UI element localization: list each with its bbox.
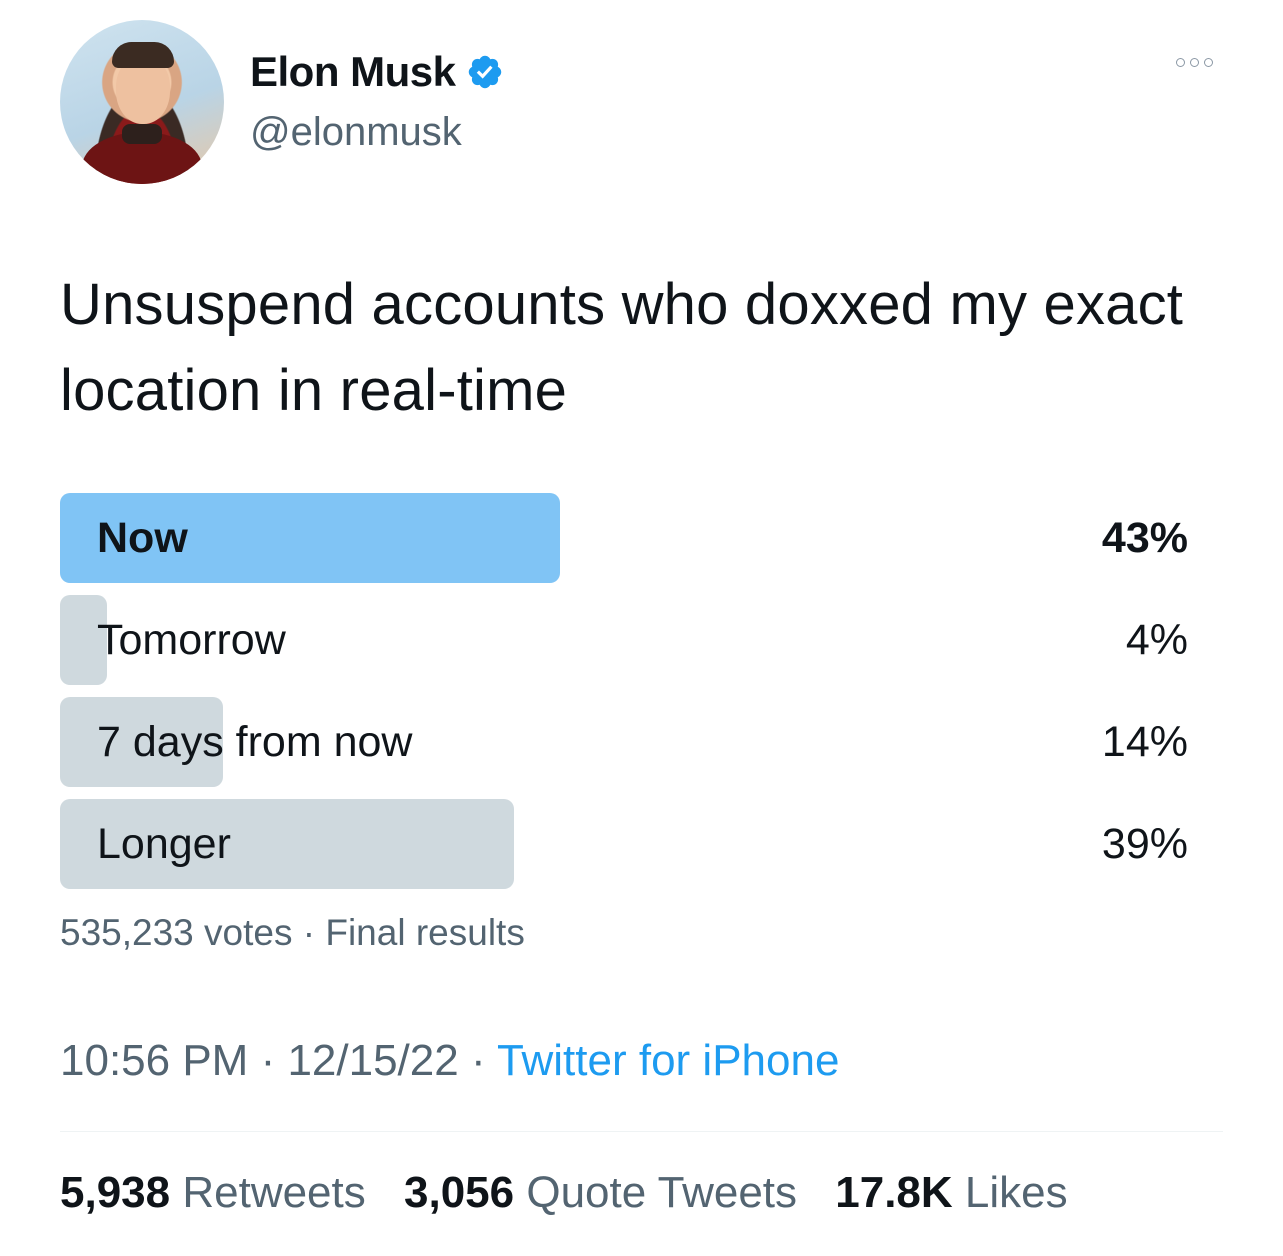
author-display-name[interactable]: Elon Musk (250, 48, 456, 96)
avatar-hair (112, 42, 174, 68)
poll-option-percent: 4% (1125, 616, 1188, 664)
more-dot (1190, 58, 1199, 67)
meta-separator: · (248, 1036, 288, 1085)
tweet-date[interactable]: 12/15/22 (287, 1036, 458, 1085)
poll-option-percent: 14% (1101, 718, 1188, 766)
tweet-source-link[interactable]: Twitter for iPhone (497, 1036, 839, 1085)
poll-option-label: 7 days from now (97, 718, 413, 766)
tweet-stats: 5,938 Retweets 3,056 Quote Tweets 17.8K … (60, 1168, 1094, 1218)
poll-option-label: Tomorrow (97, 616, 286, 664)
tweet-text: Unsuspend accounts who doxxed my exact l… (60, 272, 1184, 423)
retweets-count: 5,938 (60, 1168, 171, 1217)
poll-option: Longer 39% (60, 799, 1188, 889)
poll-option: Now 43% (60, 493, 1188, 583)
more-dot (1204, 58, 1213, 67)
poll-vote-count: 535,233 votes (60, 912, 293, 953)
quote-tweets-label: Quote Tweets (526, 1168, 798, 1217)
poll-option: Tomorrow 4% (60, 595, 1188, 685)
avatar[interactable] (60, 20, 224, 184)
poll-option-label: Longer (97, 820, 231, 868)
meta-separator: · (458, 1036, 498, 1085)
avatar-collar (122, 124, 162, 144)
likes-count: 17.8K (835, 1168, 953, 1217)
poll-option-percent: 43% (1101, 514, 1188, 562)
poll-option-label: Now (97, 514, 188, 562)
tweet-time[interactable]: 10:56 PM (60, 1036, 248, 1085)
poll-status: Final results (325, 912, 525, 953)
quote-tweets-stat[interactable]: 3,056 Quote Tweets (404, 1168, 797, 1217)
retweets-label: Retweets (182, 1168, 366, 1217)
poll-meta: 535,233 votes · Final results (60, 912, 525, 954)
retweets-stat[interactable]: 5,938 Retweets (60, 1168, 366, 1217)
tweet-meta: 10:56 PM · 12/15/22 · Twitter for iPhone (60, 1036, 839, 1086)
author-name-row: Elon Musk (250, 48, 504, 96)
likes-label: Likes (964, 1168, 1068, 1217)
verified-badge-icon (468, 55, 501, 89)
poll-meta-separator: · (292, 912, 326, 953)
likes-stat[interactable]: 17.8K Likes (835, 1168, 1067, 1217)
quote-tweets-count: 3,056 (404, 1168, 515, 1217)
divider (60, 1131, 1223, 1132)
more-options-icon[interactable] (1176, 58, 1213, 67)
more-dot (1176, 58, 1185, 67)
poll-option: 7 days from now 14% (60, 697, 1188, 787)
poll-option-percent: 39% (1101, 820, 1188, 868)
author-handle[interactable]: @elonmusk (250, 110, 462, 155)
